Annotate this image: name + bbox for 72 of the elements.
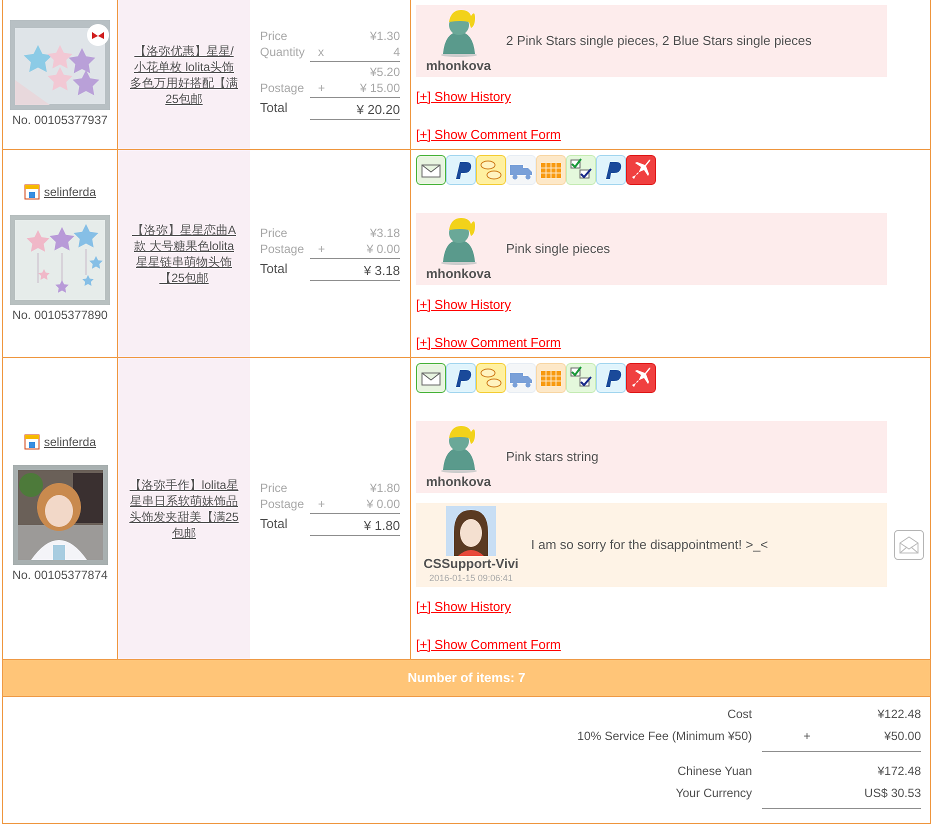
summary-label: Your Currency [674,785,752,802]
price-value: ¥5.20 [370,64,400,80]
checklist-icon[interactable] [566,155,596,185]
show-history-link[interactable]: [+] Show History [416,87,512,106]
show-history-link[interactable]: [+] Show History [416,597,512,616]
operator: + [318,242,326,256]
summary-label: 10% Service Fee (Minimum ¥50) [576,728,752,745]
summary-label: Chinese Yuan [676,763,752,780]
total-value: ¥ 20.20 [356,102,400,118]
plane-icon[interactable] [626,155,656,185]
comment-text: Pink stars string [506,448,598,466]
summary-value: ¥172.48 [878,763,921,780]
summary-label: Cost [726,706,752,723]
price-label: Quantity [260,44,305,58]
price-label: Total [260,260,288,276]
plane-icon[interactable] [626,363,656,393]
price-value: ¥1.80 [370,480,400,496]
shop-icon [24,184,40,200]
mail-icon [898,536,920,554]
price-label: Price [260,226,288,240]
summary-value: ¥50.00 [884,728,921,745]
total-value: ¥ 3.18 [364,262,400,278]
comment-text: Pink single pieces [506,240,610,258]
summary-value: ¥122.48 [878,706,921,723]
price-label: Total [260,100,288,114]
price-value: 4 [393,44,400,60]
item-number: No. 00105377937 [12,112,108,129]
paypal-icon[interactable] [596,363,626,393]
truck-icon[interactable] [506,155,536,185]
shop-icon [24,434,40,450]
comment-author: mhonkova [426,266,491,282]
comment-author: CSSupport-Vivi [423,556,519,572]
show-comment-form-link[interactable]: [+] Show Comment Form [416,124,561,144]
comment-author: mhonkova [426,58,491,74]
paypal-icon[interactable] [446,155,476,185]
comment-time: 2016-01-15 09:06:41 [429,572,513,584]
operator: + [318,496,326,510]
price-label: Postage [260,496,304,510]
item-number: No. 00105377874 [12,567,108,584]
total-value: ¥ 1.80 [364,518,400,534]
comment-author: mhonkova [426,474,491,490]
item-number: No. 00105377890 [12,307,108,324]
product-title-link[interactable]: 【洛弥手作】lolita星星串日系软萌妹饰品头饰发夹甜美【满25包邮 [129,476,239,540]
operator: + [803,729,810,743]
comment-text: 2 Pink Stars single pieces, 2 Blue Stars single pieces [506,32,812,50]
price-label: Postage [260,80,304,94]
mail-icon[interactable] [416,363,446,393]
items-count-bar: Number of items: 7 [3,659,930,697]
truck-icon[interactable] [506,363,536,393]
price-label: Price [260,28,288,42]
price-label: Price [260,480,288,494]
mail-icon[interactable] [416,155,446,185]
seller-link[interactable]: selinferda [44,183,96,201]
price-value: ¥3.18 [370,224,400,240]
operator: x [318,44,324,58]
price-label: Total [260,516,288,530]
show-history-link[interactable]: [+] Show History [416,295,512,314]
seller-link[interactable]: selinferda [44,433,96,451]
operator: + [318,80,326,94]
comment-text: I am so sorry for the disappointment! >_< [531,536,768,554]
show-comment-form-link[interactable]: [+] Show Comment Form [416,634,561,654]
person-avatar [446,506,496,556]
price-value: ¥1.30 [370,28,400,44]
price-value: ¥ 0.00 [366,240,400,256]
paypal-icon[interactable] [596,155,626,185]
checklist-icon[interactable] [566,363,596,393]
paypal-icon[interactable] [446,363,476,393]
summary-value: US$ 30.53 [864,785,921,802]
show-comment-form-link[interactable]: [+] Show Comment Form [416,332,561,352]
price-value: ¥ 15.00 [360,80,400,96]
price-value: ¥ 0.00 [366,496,400,512]
price-label: Postage [260,242,304,256]
